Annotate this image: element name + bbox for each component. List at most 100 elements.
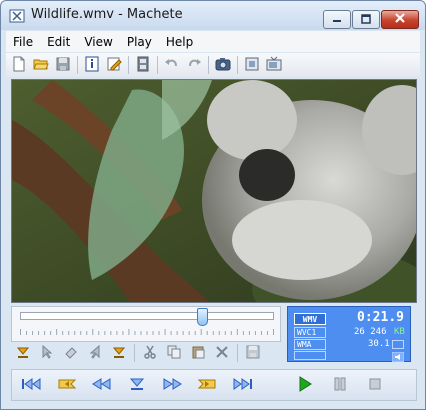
select-icon	[40, 344, 54, 362]
go-start-icon	[20, 377, 44, 394]
set-marker-icon	[125, 377, 149, 394]
audio-indicator	[392, 340, 404, 349]
rewind-button[interactable]	[87, 373, 117, 397]
new-file-button[interactable]	[8, 54, 30, 76]
menu-play[interactable]: Play	[120, 35, 159, 49]
speaker-icon[interactable]	[391, 351, 405, 365]
app-logo-icon	[9, 8, 25, 24]
menu-file[interactable]: File	[6, 35, 40, 49]
minimize-button[interactable]	[323, 10, 351, 29]
set-start-marker-button[interactable]	[11, 343, 35, 363]
edit-tags-button[interactable]	[103, 54, 125, 76]
save-button[interactable]	[52, 54, 74, 76]
go-start-button[interactable]	[17, 373, 47, 397]
app-window: Wildlife.wmv - Machete File Edit View Pl…	[0, 0, 426, 410]
open-folder-icon	[33, 56, 49, 75]
next-marker-button[interactable]	[192, 373, 222, 397]
menu-edit[interactable]: Edit	[40, 35, 77, 49]
redo-button[interactable]	[183, 54, 205, 76]
rewind-icon	[90, 377, 114, 394]
toolbar-separator	[208, 56, 209, 74]
title-bar: Wildlife.wmv - Machete	[1, 1, 425, 30]
level-bar	[294, 351, 326, 360]
next-marker-icon	[195, 377, 219, 394]
stop-icon	[367, 376, 383, 395]
toolbar-separator	[128, 56, 129, 74]
audio-codec-label: WMA	[294, 339, 326, 350]
menu-bar: File Edit View Play Help	[6, 31, 420, 52]
select-button[interactable]	[35, 343, 59, 363]
snapshot-icon	[215, 56, 231, 75]
play-button[interactable]	[290, 373, 320, 397]
prev-marker-icon	[55, 377, 79, 394]
save-disabled-icon	[246, 345, 260, 362]
set-end-marker-button[interactable]	[107, 343, 131, 363]
menu-help[interactable]: Help	[159, 35, 200, 49]
minimize-icon	[332, 13, 342, 27]
film-icon	[135, 56, 151, 75]
window-title: Wildlife.wmv - Machete	[31, 7, 183, 22]
snapshot-button[interactable]	[212, 54, 234, 76]
info-button[interactable]	[81, 54, 103, 76]
format-badge: WMV	[294, 313, 326, 325]
edit-toolbar	[11, 343, 273, 363]
save-icon	[55, 56, 71, 75]
close-icon	[394, 12, 406, 27]
close-button[interactable]	[381, 10, 419, 29]
seek-thumb[interactable]	[197, 308, 209, 326]
pause-icon	[332, 376, 348, 395]
seek-track[interactable]	[20, 312, 274, 320]
set-marker-button[interactable]	[122, 373, 152, 397]
transport-bar	[11, 369, 417, 401]
copy-icon	[167, 345, 181, 362]
fps-value: 30.1	[368, 339, 390, 349]
new-file-icon	[11, 56, 27, 75]
frame-button[interactable]	[241, 54, 263, 76]
save-edit-button[interactable]	[241, 343, 265, 363]
tv-icon	[266, 56, 282, 75]
maximize-icon	[361, 13, 371, 27]
pause-button[interactable]	[325, 373, 355, 397]
info-icon	[84, 56, 100, 75]
cut-icon	[143, 345, 157, 362]
delete-button[interactable]	[210, 343, 234, 363]
toolbar-separator	[237, 56, 238, 74]
film-button[interactable]	[132, 54, 154, 76]
undo-button[interactable]	[161, 54, 183, 76]
video-frame-image	[12, 80, 416, 302]
bitrate-unit: KB	[394, 327, 405, 337]
open-file-button[interactable]	[30, 54, 52, 76]
prev-marker-button[interactable]	[52, 373, 82, 397]
go-end-button[interactable]	[227, 373, 257, 397]
copy-button[interactable]	[162, 343, 186, 363]
toolbar-separator	[77, 56, 78, 74]
edit-tags-icon	[106, 56, 122, 75]
undo-icon	[164, 56, 180, 75]
time-display: 0:21.9	[357, 310, 404, 325]
cut-button[interactable]	[138, 343, 162, 363]
redo-icon	[186, 56, 202, 75]
tv-button[interactable]	[263, 54, 285, 76]
stop-button[interactable]	[360, 373, 390, 397]
erase-icon	[64, 345, 78, 362]
set-start-marker-icon	[16, 345, 30, 362]
paste-icon	[191, 345, 205, 362]
seek-bar-area	[11, 306, 281, 342]
delete-icon	[215, 345, 229, 362]
maximize-button[interactable]	[352, 10, 380, 29]
menu-view[interactable]: View	[77, 35, 119, 49]
edit-toolbar-separator	[134, 344, 135, 362]
paste-button[interactable]	[186, 343, 210, 363]
cut-marker-button[interactable]	[83, 343, 107, 363]
bitrate-value: 26 246	[354, 327, 387, 337]
fast-forward-button[interactable]	[157, 373, 187, 397]
play-icon	[297, 375, 313, 395]
main-toolbar	[6, 53, 420, 77]
video-frame[interactable]	[11, 79, 417, 303]
video-codec-label: WVC1	[294, 327, 326, 338]
toolbar-separator	[157, 56, 158, 74]
frame-icon	[244, 56, 260, 75]
seek-ticks	[20, 329, 274, 335]
erase-button[interactable]	[59, 343, 83, 363]
cut-marker-icon	[88, 344, 102, 362]
